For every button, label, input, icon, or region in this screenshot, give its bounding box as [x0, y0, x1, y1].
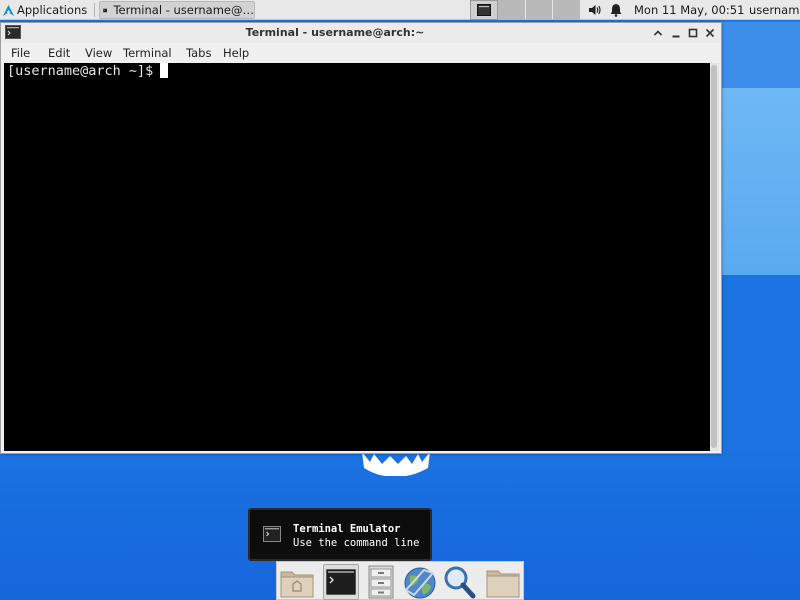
menu-help[interactable]: Help — [223, 46, 249, 60]
clock[interactable]: Mon 11 May, 00:51 — [634, 0, 744, 20]
wallpaper-shape — [722, 275, 800, 455]
tooltip-subtitle: Use the command line — [293, 537, 420, 549]
search-icon — [444, 566, 476, 599]
terminal-icon — [263, 526, 281, 542]
applications-label: Applications — [17, 3, 88, 17]
menu-file[interactable]: File — [11, 46, 30, 60]
wallpaper-shape — [722, 88, 800, 275]
arch-logo-icon — [2, 4, 15, 16]
taskbar-item-label: Terminal - username@… — [113, 3, 254, 17]
terminal-icon — [326, 569, 356, 595]
dock — [276, 561, 524, 600]
dock-search[interactable] — [441, 564, 477, 600]
terminal-line: [username@arch ~]$ — [7, 63, 169, 79]
menu-view[interactable]: View — [85, 46, 112, 60]
tooltip-title: Terminal Emulator — [293, 523, 401, 535]
vertical-scrollbar[interactable] — [710, 63, 719, 451]
folder-icon — [486, 570, 520, 598]
applications-menu-button[interactable]: Applications — [0, 0, 87, 20]
terminal-icon — [103, 8, 108, 12]
text-cursor — [160, 63, 169, 78]
dock-tooltip: Terminal Emulator Use the command line — [248, 508, 432, 561]
taskbar-item-terminal[interactable]: Terminal - username@… — [99, 1, 255, 19]
terminal-icon — [477, 4, 491, 16]
dock-web-browser[interactable] — [402, 564, 438, 600]
workspace-2[interactable] — [498, 0, 525, 20]
dock-terminal[interactable] — [323, 564, 359, 600]
volume-icon[interactable] — [588, 3, 602, 17]
terminal-area[interactable]: [username@arch ~]$ — [4, 63, 710, 451]
window-title: Terminal - username@arch:~ — [245, 26, 425, 39]
menu-tabs[interactable]: Tabs — [186, 46, 211, 60]
panel-separator — [94, 3, 95, 17]
minimize-button[interactable] — [669, 26, 683, 40]
user-menu[interactable]: username — [749, 0, 800, 20]
menu-terminal[interactable]: Terminal — [123, 46, 172, 60]
file-cabinet-icon — [368, 565, 394, 599]
maximize-button[interactable] — [686, 26, 700, 40]
home-folder-icon — [280, 571, 314, 598]
dock-home-folder[interactable] — [279, 564, 315, 600]
close-button[interactable] — [703, 26, 717, 40]
window-titlebar[interactable]: Terminal - username@arch:~ — [1, 23, 721, 43]
workspace-4[interactable] — [553, 0, 580, 20]
terminal-window: Terminal - username@arch:~ File Edit Vie… — [0, 22, 722, 454]
shell-prompt: [username@arch ~]$ — [7, 63, 154, 79]
workspace-1[interactable] — [470, 0, 498, 20]
menubar: File Edit View Terminal Tabs Help — [1, 43, 721, 63]
web-browser-icon — [404, 567, 436, 599]
wallpaper-mascot — [362, 452, 430, 476]
top-panel: Applications Terminal - username@… Mon 1… — [0, 0, 800, 20]
shade-button[interactable] — [651, 26, 665, 40]
workspace-3[interactable] — [526, 0, 552, 20]
notification-bell-icon[interactable] — [610, 3, 622, 17]
wallpaper-shape — [722, 22, 800, 88]
dock-folder[interactable] — [485, 564, 521, 600]
menu-edit[interactable]: Edit — [48, 46, 70, 60]
scrollbar-thumb[interactable] — [711, 65, 717, 448]
dock-file-cabinet[interactable] — [363, 564, 399, 600]
